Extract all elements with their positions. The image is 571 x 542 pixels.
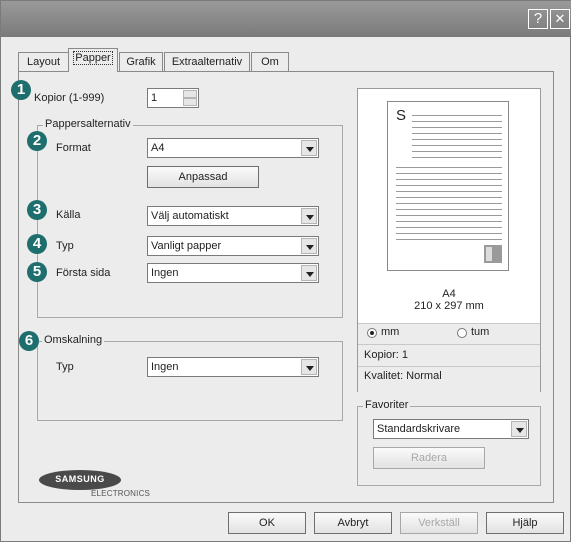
paper-size-name: A4 — [442, 288, 456, 300]
first-page-select[interactable]: Ingen — [147, 263, 319, 283]
copies-label: Kopior (1-999) — [34, 92, 105, 104]
paper-type-select[interactable]: Vanligt papper — [147, 236, 319, 256]
page-thumbnail: S — [387, 101, 509, 271]
scaling-group — [37, 341, 343, 421]
chevron-down-icon — [301, 208, 317, 224]
ok-button[interactable]: OK — [228, 512, 306, 534]
favorites-value: Standardskrivare — [377, 423, 461, 435]
unit-inch-label: tum — [471, 326, 490, 338]
help-button[interactable]: Hjälp — [486, 512, 564, 534]
electronics-logo-text: ELECTRONICS — [91, 489, 151, 498]
paper-size-dimensions: 210 x 297 mm — [414, 300, 484, 312]
source-select[interactable]: Välj automatiskt — [147, 206, 319, 226]
samsung-logo-text: SAMSUNG — [55, 474, 105, 484]
chevron-down-icon — [301, 359, 317, 375]
divider — [358, 366, 540, 367]
callout-badge-3: 3 — [27, 200, 47, 220]
cancel-button[interactable]: Avbryt — [314, 512, 392, 534]
favorites-group — [357, 406, 541, 486]
format-select[interactable]: A4 — [147, 138, 319, 158]
scaling-type-select[interactable]: Ingen — [147, 357, 319, 377]
paper-type-label: Typ — [56, 240, 74, 252]
format-label: Format — [56, 142, 91, 154]
divider — [358, 344, 540, 345]
text-lines — [396, 162, 502, 242]
title-bar: ? ✕ — [1, 1, 571, 37]
spin-buttons[interactable] — [183, 90, 197, 106]
help-title-button[interactable]: ? — [528, 9, 548, 29]
favorites-legend: Favoriter — [363, 399, 411, 411]
unit-inch-radio[interactable] — [457, 328, 467, 338]
page-letter: S — [396, 107, 407, 124]
tab-om[interactable]: Om — [251, 52, 289, 72]
spin-up-icon[interactable] — [183, 90, 197, 98]
first-page-value: Ingen — [151, 267, 179, 279]
close-title-button[interactable]: ✕ — [550, 9, 570, 29]
first-page-label: Första sida — [56, 267, 111, 279]
delete-favorite-button[interactable]: Radera — [373, 447, 485, 469]
scaling-type-value: Ingen — [151, 361, 179, 373]
tab-layout[interactable]: Layout — [18, 52, 69, 72]
samsung-logo: SAMSUNG — [39, 470, 121, 490]
unit-mm-label: mm — [381, 326, 400, 338]
chevron-down-icon — [301, 238, 317, 254]
unit-mm-radio[interactable] — [367, 328, 377, 338]
chevron-down-icon — [301, 140, 317, 156]
callout-badge-5: 5 — [27, 262, 47, 282]
callout-badge-1: 1 — [11, 80, 31, 100]
favorites-select[interactable]: Standardskrivare — [373, 419, 529, 439]
paper-type-value: Vanligt papper — [151, 240, 222, 252]
tab-papper[interactable]: Papper — [68, 48, 118, 72]
callout-badge-2: 2 — [27, 131, 47, 151]
callout-badge-6: 6 — [19, 331, 39, 351]
custom-size-button[interactable]: Anpassad — [147, 166, 259, 188]
tab-extraalternativ[interactable]: Extraalternativ — [164, 52, 250, 72]
text-lines — [412, 110, 502, 158]
scaling-type-label: Typ — [56, 361, 74, 373]
printer-properties-dialog: ? ✕ Layout Papper Grafik Extraalternativ… — [0, 0, 571, 542]
callout-badge-4: 4 — [27, 234, 47, 254]
copies-summary: Kopior: 1 — [364, 349, 409, 361]
scaling-legend: Omskalning — [42, 334, 105, 346]
image-placeholder-icon — [484, 245, 502, 263]
paper-options-legend: Pappersalternativ — [43, 118, 133, 130]
tab-grafik[interactable]: Grafik — [119, 52, 163, 72]
format-value: A4 — [151, 142, 165, 154]
copies-spinner[interactable]: 1 — [147, 88, 199, 108]
chevron-down-icon — [301, 265, 317, 281]
chevron-down-icon — [511, 421, 527, 437]
quality-summary: Kvalitet: Normal — [364, 370, 442, 382]
copies-value: 1 — [151, 92, 158, 104]
spin-down-icon[interactable] — [183, 98, 197, 106]
source-label: Källa — [56, 209, 81, 221]
apply-button[interactable]: Verkställ — [400, 512, 478, 534]
source-value: Välj automatiskt — [151, 210, 229, 222]
